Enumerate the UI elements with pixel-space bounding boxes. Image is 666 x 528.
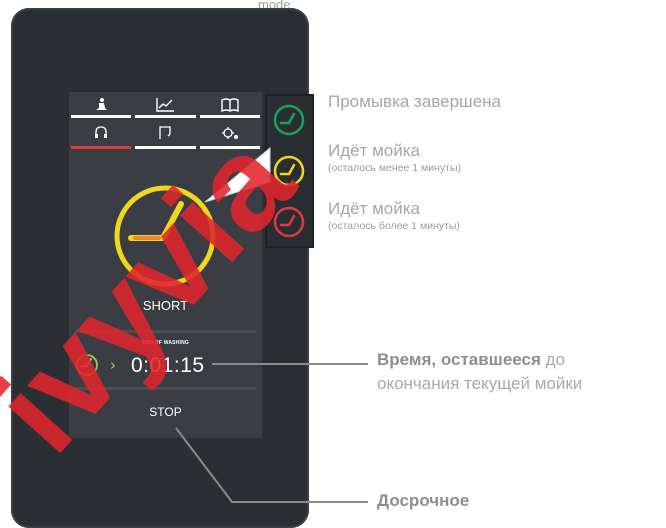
note-bold: Время, оставшееся: [377, 350, 541, 369]
note-rest: до: [540, 350, 566, 369]
legend-item-red: Идёт мойка (осталось более 1 минуты): [328, 199, 460, 232]
remaining-time-note: Время, оставшееся до окончания текущей м…: [377, 348, 582, 396]
legend-sub: (осталось более 1 минуты): [328, 220, 460, 232]
legend-main: Идёт мойка: [328, 199, 421, 218]
note-line2: окончания текущей мойки: [377, 374, 583, 393]
note-bold: Досрочное: [377, 491, 470, 510]
early-stop-note: Досрочное: [377, 489, 469, 513]
callout-lines: [175, 146, 368, 503]
legend-sub: (осталось менее 1 минуты): [328, 162, 462, 174]
legend-item-yellow: Идёт мойка (осталось менее 1 минуты): [328, 141, 461, 174]
legend-main: Промывка завершена: [328, 92, 501, 111]
legend-item-green: Промывка завершена: [328, 92, 501, 112]
legend-main: Идёт мойка: [328, 141, 421, 160]
